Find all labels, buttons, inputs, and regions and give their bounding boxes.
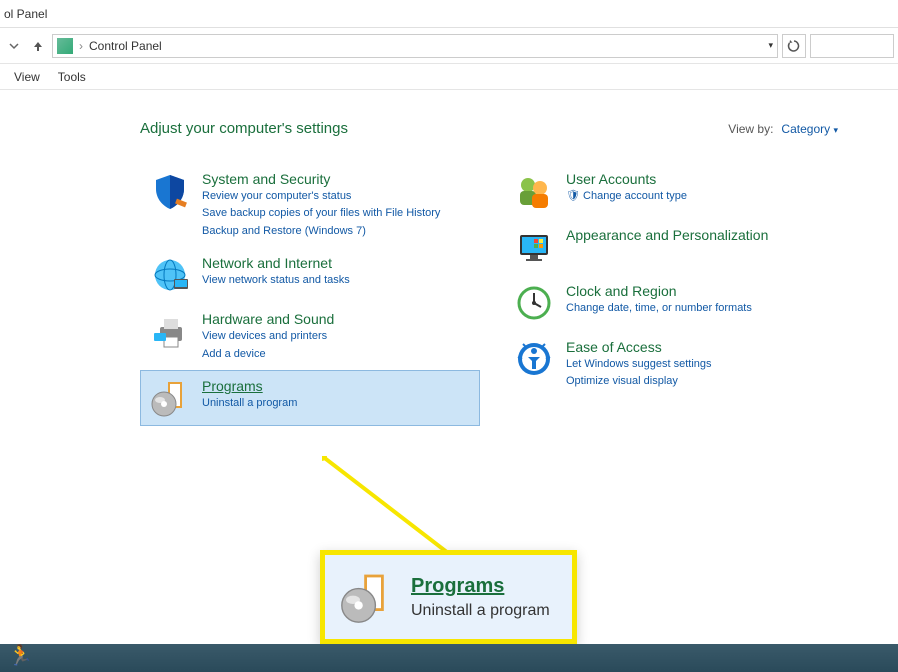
path-segment[interactable]: Control Panel — [89, 39, 162, 53]
runner-silhouette: 🏃 — [8, 643, 33, 668]
window-title: ol Panel — [4, 7, 47, 21]
menu-view[interactable]: View — [14, 70, 40, 84]
category-title[interactable]: Hardware and Sound — [202, 311, 334, 327]
viewby-label: View by: — [728, 122, 773, 136]
history-dropdown[interactable] — [4, 36, 24, 56]
category-link[interactable]: 🛡 Change account type — [566, 189, 687, 204]
category-ease-of-access[interactable]: Ease of Access Let Windows suggest settin… — [504, 331, 844, 398]
category-link[interactable]: View devices and printers — [202, 329, 334, 344]
category-network-and-internet[interactable]: Network and Internet View network status … — [140, 247, 480, 303]
category-title[interactable]: System and Security — [202, 171, 440, 187]
callout-box: Programs Uninstall a program — [320, 550, 577, 644]
viewby: View by: Category ▾ — [728, 122, 838, 136]
annotation-line — [322, 456, 452, 556]
callout-subtitle[interactable]: Uninstall a program — [411, 602, 550, 620]
category-user-accounts[interactable]: User Accounts 🛡 Change account type — [504, 163, 844, 219]
category-title[interactable]: Clock and Region — [566, 283, 752, 299]
titlebar: ol Panel — [0, 0, 898, 28]
refresh-button[interactable] — [782, 34, 806, 58]
category-title[interactable]: Ease of Access — [566, 339, 712, 355]
category-title[interactable]: User Accounts — [566, 171, 687, 187]
category-link[interactable]: Change date, time, or number formats — [566, 301, 752, 316]
category-link[interactable]: Add a device — [202, 347, 334, 362]
addressbar: › Control Panel ▾ — [0, 28, 898, 64]
category-link[interactable]: Let Windows suggest settings — [566, 357, 712, 372]
desktop-background: 🏃 — [0, 644, 898, 672]
category-programs[interactable]: Programs Uninstall a program — [140, 370, 480, 426]
category-link[interactable]: View network status and tasks — [202, 273, 350, 288]
disc-icon — [339, 569, 395, 625]
content-area: Adjust your computer's settings View by:… — [0, 90, 898, 642]
clock-icon — [514, 283, 554, 323]
desktop-icon — [514, 227, 554, 267]
chevron-down-icon: ▾ — [833, 125, 838, 135]
category-title[interactable]: Network and Internet — [202, 255, 350, 271]
category-title[interactable]: Programs — [202, 378, 297, 394]
up-button[interactable] — [28, 36, 48, 56]
category-link[interactable]: Optimize visual display — [566, 374, 712, 389]
address-path[interactable]: › Control Panel ▾ — [52, 34, 778, 58]
viewby-dropdown[interactable]: Category ▾ — [781, 122, 838, 136]
menubar: View Tools — [0, 64, 898, 90]
printer-icon — [150, 311, 190, 351]
category-link[interactable]: Save backup copies of your files with Fi… — [202, 206, 440, 221]
search-input[interactable] — [810, 34, 894, 58]
category-hardware-and-sound[interactable]: Hardware and Sound View devices and print… — [140, 303, 480, 370]
category-system-and-security[interactable]: System and Security Review your computer'… — [140, 163, 480, 247]
callout-title[interactable]: Programs — [411, 575, 550, 598]
category-clock-and-region[interactable]: Clock and Region Change date, time, or nu… — [504, 275, 844, 331]
category-link[interactable]: Backup and Restore (Windows 7) — [202, 224, 440, 239]
category-link[interactable]: Review your computer's status — [202, 189, 440, 204]
users-icon — [514, 171, 554, 211]
category-appearance-and-personalization[interactable]: Appearance and Personalization — [504, 219, 844, 275]
menu-tools[interactable]: Tools — [58, 70, 86, 84]
control-panel-icon — [57, 38, 73, 54]
category-title[interactable]: Appearance and Personalization — [566, 227, 768, 243]
category-link[interactable]: Uninstall a program — [202, 396, 297, 411]
disc-icon — [150, 378, 190, 418]
path-dropdown-icon[interactable]: ▾ — [768, 40, 773, 51]
path-separator-icon: › — [79, 39, 83, 53]
access-icon — [514, 339, 554, 379]
shield-icon — [150, 171, 190, 211]
page-title: Adjust your computer's settings — [140, 120, 348, 137]
globe-icon — [150, 255, 190, 295]
